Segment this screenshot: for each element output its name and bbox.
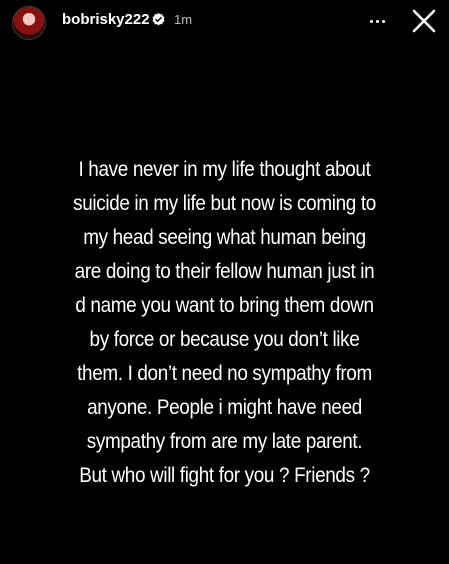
story-text-line: I have never in my life thought about xyxy=(78,157,371,181)
story-text-line: anyone. People i might have need xyxy=(87,395,362,419)
background-decoration xyxy=(38,72,52,112)
story-viewer[interactable]: bobrisky222 1m I have never in my life t… xyxy=(0,0,449,564)
post-time: 1m xyxy=(174,12,193,27)
story-text-line: d name you want to bring them down xyxy=(75,293,374,317)
story-header: bobrisky222 1m xyxy=(0,0,449,48)
story-text-line: my head seeing what human being xyxy=(83,225,366,249)
more-options-icon[interactable] xyxy=(364,8,392,34)
avatar[interactable] xyxy=(12,6,46,40)
story-text-line: sympathy from are my late parent. xyxy=(86,429,363,453)
story-text-line: are doing to their fellow human just in xyxy=(74,259,375,283)
story-text: I have never in my life thought about su… xyxy=(10,152,439,492)
verified-badge-icon xyxy=(152,12,165,26)
username[interactable]: bobrisky222 xyxy=(62,11,150,29)
story-text-line: suicide in my life but now is coming to xyxy=(73,191,376,215)
story-text-line: them. I don’t need no sympathy from xyxy=(77,361,372,385)
story-text-line: But who will fight for you ? Friends ? xyxy=(79,463,370,487)
close-icon[interactable] xyxy=(410,7,438,35)
story-text-line: by force or because you don’t like xyxy=(89,327,360,351)
